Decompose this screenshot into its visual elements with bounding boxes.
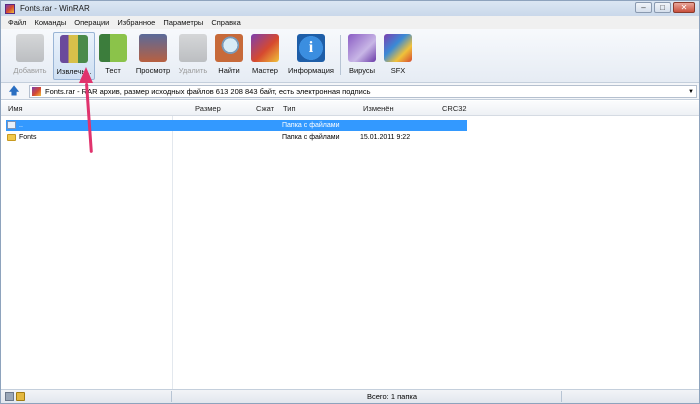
file-list-header: Имя Размер Сжат Тип Изменён CRC32 xyxy=(1,101,699,116)
find-icon xyxy=(215,34,243,62)
row-type: Папка с файлами xyxy=(282,122,340,129)
extract-icon xyxy=(60,35,88,63)
status-divider xyxy=(561,391,562,402)
delete-icon xyxy=(179,34,207,62)
test-button[interactable]: Тест xyxy=(97,32,129,80)
menu-bar: Файл Команды Операции Избранное Параметр… xyxy=(1,16,699,29)
row-name: Fonts xyxy=(19,134,37,141)
find-label: Найти xyxy=(218,66,240,75)
add-label: Добавить xyxy=(13,66,47,75)
add-button[interactable]: Добавить xyxy=(9,32,51,80)
column-name[interactable]: Имя xyxy=(8,101,23,116)
status-divider xyxy=(171,391,172,402)
window-title: Fonts.rar - WinRAR xyxy=(20,4,90,13)
chevron-down-icon[interactable]: ▼ xyxy=(688,86,694,98)
wizard-icon xyxy=(251,34,279,62)
virus-scan-icon xyxy=(348,34,376,62)
menu-operations[interactable]: Операции xyxy=(70,18,113,27)
wizard-label: Мастер xyxy=(252,66,278,75)
parent-folder-icon xyxy=(7,121,16,129)
close-button[interactable]: ✕ xyxy=(673,2,695,13)
info-label: Информация xyxy=(288,66,334,75)
menu-options[interactable]: Параметры xyxy=(159,18,207,27)
test-label: Тест xyxy=(105,66,121,75)
file-list-name-area xyxy=(1,101,173,389)
row-modified: 15.01.2011 9:22 xyxy=(360,134,411,141)
maximize-button[interactable]: □ xyxy=(654,2,671,13)
annotation-arrow-head xyxy=(79,67,93,83)
archive-info-text: Fonts.rar - RAR архив, размер исходных ф… xyxy=(45,87,371,96)
menu-commands[interactable]: Команды xyxy=(30,18,70,27)
view-button[interactable]: Просмотр xyxy=(131,32,175,80)
delete-label: Удалить xyxy=(178,66,208,75)
status-bar: Всего: 1 папка xyxy=(1,389,699,403)
title-bar: Fonts.rar - WinRAR – □ ✕ xyxy=(1,1,699,16)
address-bar: 🡅 Fonts.rar - RAR архив, размер исходных… xyxy=(1,83,699,100)
menu-help[interactable]: Справка xyxy=(207,18,244,27)
column-type[interactable]: Тип xyxy=(283,101,296,116)
column-packed[interactable]: Сжат xyxy=(256,101,274,116)
window-controls: – □ ✕ xyxy=(635,2,695,13)
up-one-level-button[interactable]: 🡅 xyxy=(6,85,22,98)
column-size[interactable]: Размер xyxy=(195,101,221,116)
lock-icon[interactable] xyxy=(16,392,25,401)
toolbar-separator xyxy=(340,35,341,75)
up-arrow-icon: 🡅 xyxy=(8,84,20,97)
disk-icon[interactable] xyxy=(5,392,14,401)
winrar-app-icon xyxy=(5,3,15,14)
virus-scan-button[interactable]: Вирусы xyxy=(344,32,380,80)
toolbar: Добавить Извлечь... Тест Просмотр Удалит… xyxy=(1,29,699,83)
folder-icon xyxy=(7,134,16,141)
file-row-fonts[interactable]: Fonts Папка с файлами 15.01.2011 9:22 xyxy=(1,132,699,143)
sfx-button[interactable]: SFX xyxy=(382,32,414,80)
view-icon xyxy=(139,34,167,62)
info-button[interactable]: i Информация xyxy=(285,32,337,80)
column-modified[interactable]: Изменён xyxy=(363,101,394,116)
column-crc32[interactable]: CRC32 xyxy=(442,101,467,116)
row-name: .. xyxy=(19,122,23,129)
minimize-button[interactable]: – xyxy=(635,2,652,13)
find-button[interactable]: Найти xyxy=(213,32,245,80)
view-label: Просмотр xyxy=(135,66,171,75)
status-text: Всего: 1 папка xyxy=(367,392,417,401)
test-icon xyxy=(99,34,127,62)
sfx-icon xyxy=(384,34,412,62)
menu-favorites[interactable]: Избранное xyxy=(113,18,159,27)
archive-path-combobox[interactable]: Fonts.rar - RAR архив, размер исходных ф… xyxy=(29,85,697,98)
add-icon xyxy=(16,34,44,62)
file-list: Имя Размер Сжат Тип Изменён CRC32 .. Пап… xyxy=(1,101,699,389)
info-icon: i xyxy=(297,34,325,62)
archive-icon xyxy=(32,87,41,96)
row-type: Папка с файлами xyxy=(282,134,340,141)
menu-file[interactable]: Файл xyxy=(4,18,30,27)
winrar-window: Fonts.rar - WinRAR – □ ✕ Файл Команды Оп… xyxy=(0,0,700,404)
delete-button[interactable]: Удалить xyxy=(175,32,211,80)
selection-highlight xyxy=(6,120,467,131)
sfx-label: SFX xyxy=(390,66,406,75)
virus-scan-label: Вирусы xyxy=(348,66,376,75)
status-icons xyxy=(5,392,25,401)
file-row-parent[interactable]: .. Папка с файлами xyxy=(1,120,699,131)
wizard-button[interactable]: Мастер xyxy=(247,32,283,80)
